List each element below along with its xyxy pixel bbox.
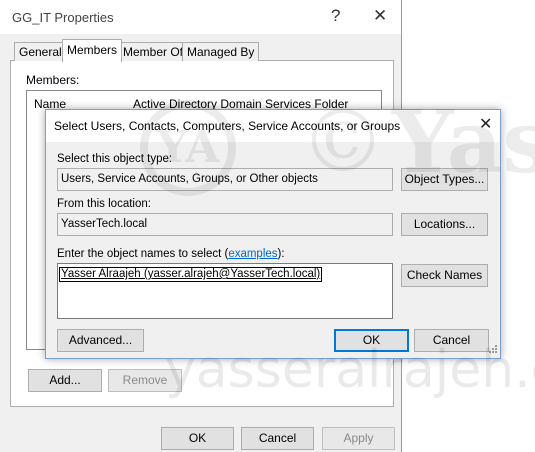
check-names-button[interactable]: Check Names	[401, 264, 488, 287]
examples-link[interactable]: examples	[228, 248, 277, 260]
properties-ok-button[interactable]: OK	[161, 427, 234, 450]
locations-button[interactable]: Locations...	[401, 213, 488, 236]
location-label: From this location:	[57, 198, 151, 210]
tab-managed-by[interactable]: Managed By	[182, 42, 260, 61]
object-type-field: Users, Service Accounts, Groups, or Othe…	[57, 168, 393, 191]
advanced-button[interactable]: Advanced...	[57, 329, 144, 352]
object-names-label: Enter the object names to select (exampl…	[57, 248, 285, 260]
add-button[interactable]: Add...	[28, 369, 102, 392]
advanced-button-label: Advanced...	[68, 333, 133, 347]
object-type-value: Users, Service Accounts, Groups, or Othe…	[61, 173, 318, 185]
dialog-ok-label: OK	[362, 333, 381, 347]
tab-member-of[interactable]: Member Of	[118, 42, 189, 61]
location-value: YasserTech.local	[61, 218, 148, 230]
properties-cancel-label: Cancel	[258, 431, 297, 445]
check-names-button-label: Check Names	[406, 268, 483, 282]
select-users-dialog-title: Select Users, Contacts, Computers, Servi…	[54, 119, 401, 133]
help-icon[interactable]: ?	[331, 6, 340, 26]
properties-window-title: GG_IT Properties	[12, 10, 114, 25]
object-types-button-label: Object Types...	[404, 172, 485, 186]
dialog-cancel-label: Cancel	[432, 333, 471, 347]
remove-button-label: Remove	[122, 373, 168, 387]
properties-apply-button[interactable]: Apply	[322, 427, 395, 450]
properties-apply-label: Apply	[343, 431, 374, 445]
members-label: Members:	[26, 73, 80, 87]
dialog-ok-button[interactable]: OK	[334, 329, 409, 352]
properties-cancel-button[interactable]: Cancel	[241, 427, 314, 450]
object-types-button[interactable]: Object Types...	[401, 168, 488, 191]
properties-ok-label: OK	[188, 431, 207, 445]
object-names-label-prefix: Enter the object names to select (	[57, 248, 229, 260]
object-type-label: Select this object type:	[57, 153, 173, 165]
add-button-label: Add...	[49, 373, 81, 387]
dialog-close-icon[interactable]: ✕	[479, 114, 492, 134]
locations-button-label: Locations...	[413, 217, 476, 231]
resize-grip-icon[interactable]	[486, 344, 498, 356]
tab-members[interactable]: Members	[62, 39, 123, 62]
tab-general[interactable]: General	[14, 42, 67, 61]
remove-button[interactable]: Remove	[108, 369, 182, 392]
location-field: YasserTech.local	[57, 213, 393, 236]
object-names-label-suffix: ):	[277, 248, 285, 260]
object-names-input[interactable]: Yasser Alraajeh (yasser.alrajeh@YasserTe…	[57, 263, 393, 319]
dialog-cancel-button[interactable]: Cancel	[414, 329, 489, 352]
close-icon[interactable]: ✕	[373, 6, 387, 26]
object-names-value: Yasser Alraajeh (yasser.alrajeh@YasserTe…	[59, 267, 323, 282]
